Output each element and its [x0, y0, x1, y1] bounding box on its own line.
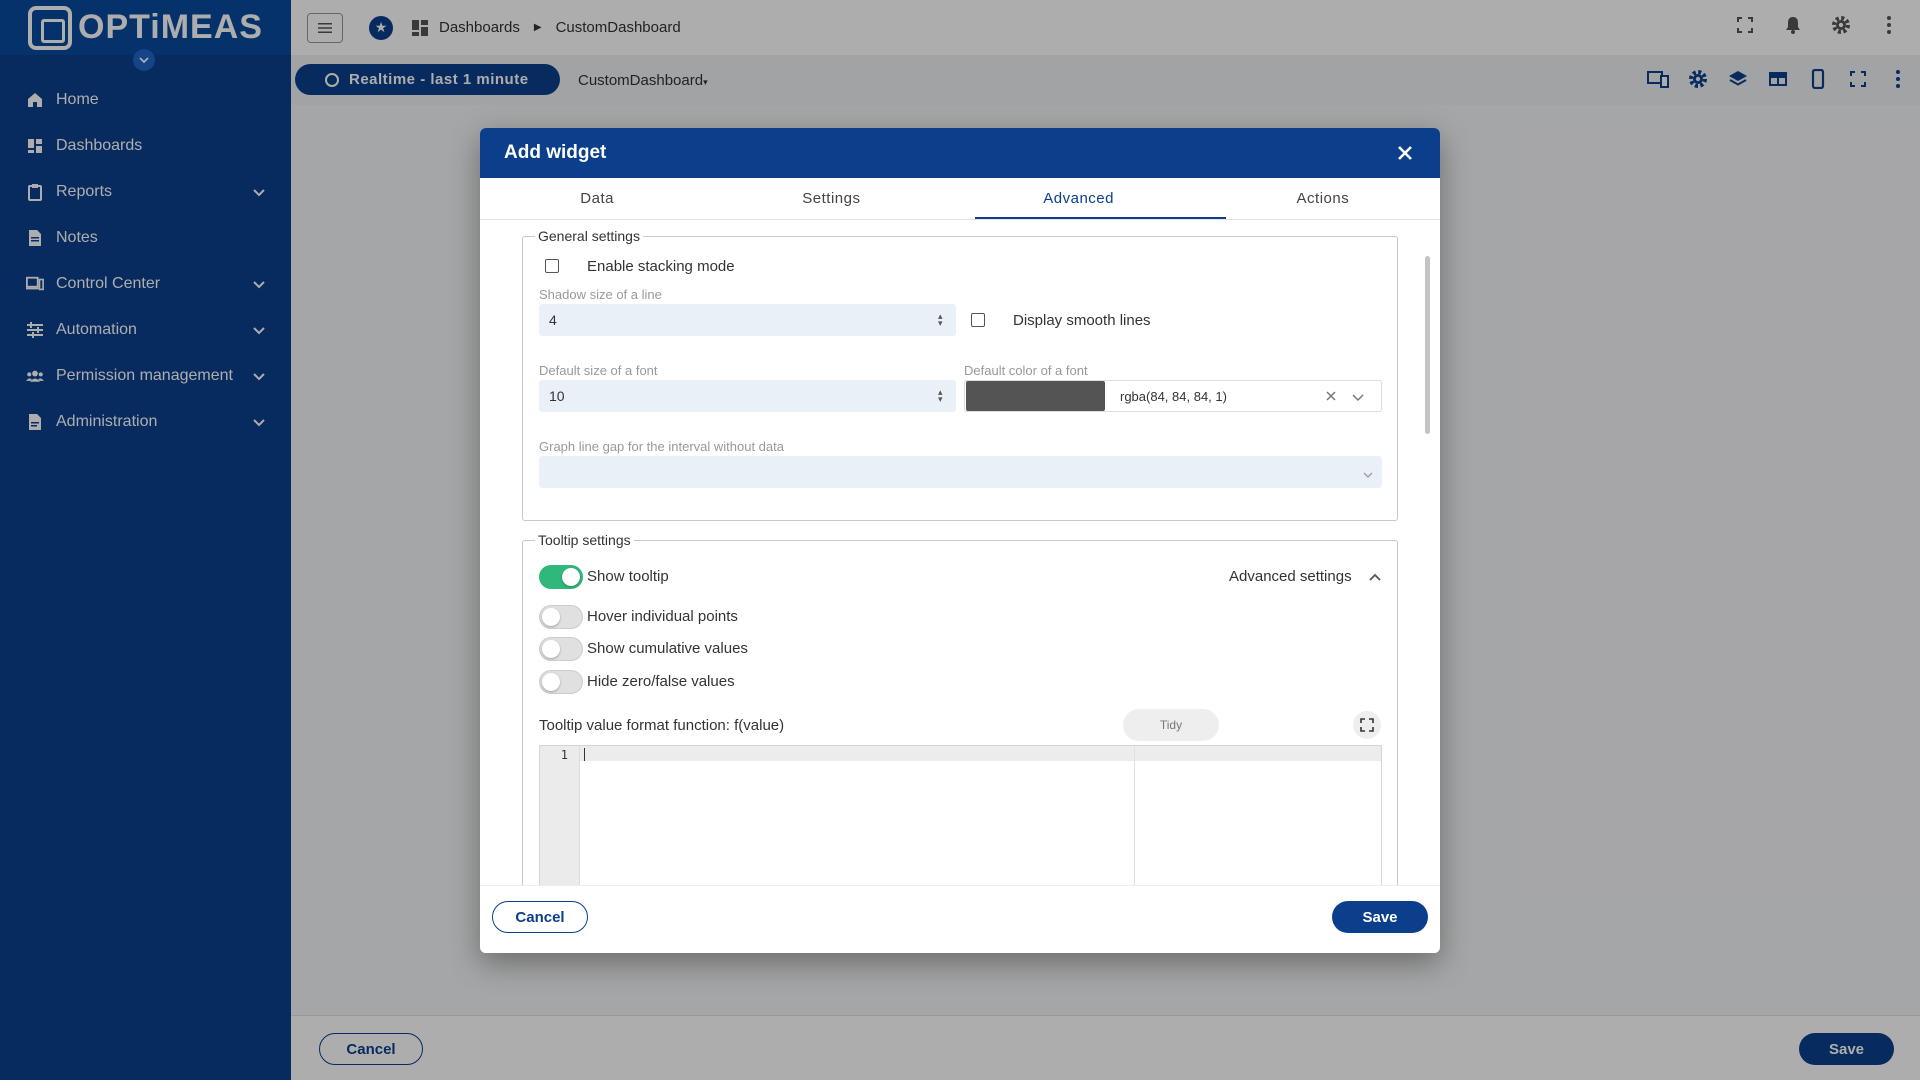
line-number: 1: [560, 748, 568, 762]
dialog-tabs: Data Settings Advanced Actions: [480, 178, 1440, 220]
general-settings-legend: General settings: [535, 228, 643, 244]
cumulative-values-label: Show cumulative values: [587, 640, 748, 657]
font-size-value: 10: [549, 388, 565, 404]
font-color-picker[interactable]: rgba(84, 84, 84, 1): [964, 380, 1382, 412]
format-function-label: Tooltip value format function: f(value): [539, 717, 785, 734]
dialog-header: Add widget: [480, 128, 1440, 178]
general-settings-group: General settings Enable stacking mode Sh…: [522, 228, 1398, 521]
hide-zero-toggle[interactable]: [539, 670, 583, 694]
chevron-down-icon[interactable]: [1351, 390, 1365, 408]
spinner-icon[interactable]: ▴ ▾: [938, 312, 946, 328]
tooltip-settings-legend: Tooltip settings: [535, 532, 634, 548]
shadow-size-label: Shadow size of a line: [539, 287, 662, 302]
tab-data[interactable]: Data: [480, 178, 714, 219]
cumulative-values-toggle[interactable]: [539, 637, 583, 661]
tidy-button[interactable]: Tidy: [1123, 709, 1219, 741]
font-size-input[interactable]: 10 ▴ ▾: [539, 380, 956, 412]
tab-settings[interactable]: Settings: [714, 178, 948, 219]
font-size-label: Default size of a font: [539, 363, 658, 378]
dialog-body: General settings Enable stacking mode Sh…: [480, 220, 1440, 885]
fullscreen-icon[interactable]: [1353, 711, 1381, 739]
close-icon[interactable]: [1394, 142, 1416, 164]
add-widget-dialog: Add widget Data Settings Advanced Action…: [480, 128, 1440, 953]
smooth-lines-label: Display smooth lines: [1013, 312, 1151, 329]
show-tooltip-toggle[interactable]: [539, 565, 583, 589]
dialog-scrollbar[interactable]: [1425, 256, 1430, 434]
print-margin: [1134, 746, 1135, 885]
hover-points-toggle[interactable]: [539, 605, 583, 629]
line-gap-select[interactable]: [539, 456, 1382, 488]
code-editor[interactable]: 1: [539, 745, 1382, 885]
stacking-mode-label: Enable stacking mode: [587, 258, 735, 275]
dialog-title: Add widget: [504, 142, 607, 163]
dialog-save-button[interactable]: Save: [1332, 901, 1428, 933]
dialog-cancel-button[interactable]: Cancel: [492, 901, 588, 933]
smooth-lines-checkbox[interactable]: [971, 313, 985, 327]
show-tooltip-label: Show tooltip: [587, 568, 669, 585]
clear-icon[interactable]: [1325, 389, 1337, 407]
chevron-down-icon: [1362, 467, 1374, 483]
tooltip-settings-group: Tooltip settings Show tooltip Advanced s…: [522, 532, 1398, 885]
tab-advanced[interactable]: Advanced: [962, 178, 1227, 219]
editor-gutter: 1: [540, 746, 580, 885]
chevron-up-icon[interactable]: [1368, 569, 1382, 587]
shadow-size-value: 4: [549, 312, 557, 328]
text-cursor: [584, 748, 585, 761]
spinner-icon[interactable]: ▴ ▾: [938, 388, 946, 404]
hide-zero-label: Hide zero/false values: [587, 673, 735, 690]
font-color-swatch[interactable]: [966, 381, 1105, 411]
advanced-settings-toggle[interactable]: Advanced settings: [1229, 568, 1352, 585]
shadow-size-input[interactable]: 4 ▴ ▾: [539, 304, 956, 336]
font-color-value: rgba(84, 84, 84, 1): [1120, 389, 1227, 404]
hover-points-label: Hover individual points: [587, 608, 738, 625]
dialog-footer: Cancel Save: [480, 885, 1440, 953]
tab-actions[interactable]: Actions: [1206, 178, 1440, 219]
line-gap-label: Graph line gap for the interval without …: [539, 439, 784, 454]
stacking-mode-checkbox[interactable]: [545, 259, 559, 273]
font-color-label: Default color of a font: [964, 363, 1088, 378]
active-line-highlight: [580, 746, 1381, 761]
